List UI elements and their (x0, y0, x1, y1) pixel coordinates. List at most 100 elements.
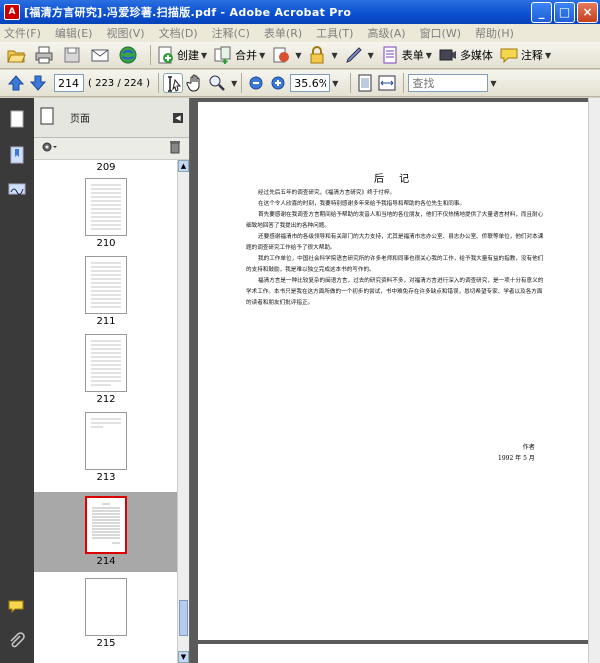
close-button[interactable]: × (577, 1, 598, 23)
create-label: 创建 (177, 49, 199, 62)
toolbar-separator (158, 73, 160, 93)
toolbar-separator (241, 73, 243, 93)
create-pdf-icon (155, 45, 175, 65)
page-thumbnail-icon (40, 107, 54, 128)
scrollbar-thumb[interactable] (179, 600, 188, 636)
email-icon[interactable] (90, 45, 110, 65)
attachments-icon[interactable] (8, 632, 26, 650)
navigation-toolbar: ( 223 / 224 ) ▼ ▼ ▼ (0, 70, 600, 97)
menu-file[interactable]: 文件(F) (4, 25, 41, 41)
folder-open-icon[interactable] (6, 45, 26, 65)
document-paragraph: 还要感谢福清市的各级领导和有关部门的大力支持，尤其是福清市志办公室、县志办公室、… (246, 234, 544, 251)
pages-panel-title: 页面 (70, 114, 90, 125)
document-paragraph: 首先要感谢在我调查方言期间给予帮助的发音人和当地的各位朋友，他们不仅热情地提供了… (246, 212, 544, 229)
menu-comments[interactable]: 注释(C) (212, 25, 250, 41)
secure-button[interactable]: ▼ (307, 45, 338, 65)
thumbnail-label: 215 (96, 638, 116, 649)
export-button[interactable]: ▼ (271, 45, 301, 65)
scroll-down-arrow[interactable]: ▼ (178, 651, 189, 663)
arrow-down-icon[interactable] (28, 73, 48, 93)
thumbnail-label: 214 (96, 556, 116, 567)
toolbar-separator (403, 73, 405, 93)
menu-view[interactable]: 视图(V) (106, 25, 144, 41)
forms-label: 表单 (401, 49, 424, 62)
find-dropdown[interactable]: ▼ (490, 79, 496, 88)
trash-icon[interactable] (169, 140, 181, 157)
title-bar: A [福清方言研究].冯爱珍著.扫描版.pdf - Adobe Acrobat … (0, 0, 600, 24)
thumbnail-image (85, 334, 127, 392)
combine-button[interactable]: 合并 ▼ (213, 45, 265, 65)
page-thumbnail[interactable]: 215 (34, 578, 178, 649)
thumbnail-image (85, 256, 127, 314)
bookmarks-icon[interactable] (8, 146, 26, 164)
zoom-out-icon[interactable] (246, 73, 266, 93)
menu-advanced[interactable]: 高级(A) (367, 25, 405, 41)
printer-icon[interactable] (34, 45, 54, 65)
thumbnail-image (85, 178, 127, 236)
arrow-up-icon[interactable] (6, 73, 26, 93)
page-number-input[interactable] (54, 74, 84, 92)
chevron-down-icon: ▼ (367, 50, 374, 60)
gear-icon[interactable] (40, 140, 58, 157)
zoom-in-icon[interactable] (268, 73, 288, 93)
form-icon (380, 45, 400, 65)
page-thumbnail[interactable]: 209 (34, 160, 178, 173)
document-body: 经过先后五年的调查研究，《福清方言研究》终于付梓。 在这个令人欣喜的时刻，我要特… (246, 188, 548, 309)
navigation-rail (0, 98, 34, 663)
globe-icon[interactable] (118, 45, 138, 65)
document-paragraph: 我的工作单位，中国社会科学院语言研究所的许多老师和同事也很关心我的工作，给予我大… (246, 256, 544, 273)
page-thumbnail[interactable]: 211 (34, 256, 178, 327)
fit-width-icon[interactable] (377, 73, 397, 93)
thumbnail-image (85, 412, 127, 470)
chevron-down-icon[interactable]: ▼ (231, 79, 237, 88)
page-thumbnail[interactable]: 212 (34, 334, 178, 405)
document-scrollbar[interactable] (588, 98, 600, 663)
collapse-panel-button[interactable]: ◀ (173, 112, 183, 123)
menu-forms[interactable]: 表单(R) (264, 25, 302, 41)
comments-icon[interactable] (8, 598, 26, 616)
thumbnail-scrollbar[interactable]: ▲ ▼ (177, 160, 189, 663)
chevron-down-icon: ▼ (295, 50, 302, 60)
comment-label: 注释 (520, 49, 543, 62)
menu-document[interactable]: 文档(D) (159, 25, 198, 41)
document-paragraph: 在这个令人欣喜的时刻，我要特别感谢多年来给予我指导和帮助的各位先生和同事。 (258, 201, 465, 207)
pages-icon[interactable] (8, 110, 26, 128)
combine-icon (213, 45, 233, 65)
menu-tools[interactable]: 工具(T) (316, 25, 353, 41)
comment-button[interactable]: 注释 ▼ (499, 45, 551, 65)
page-thumbnail-selected[interactable]: 214 (34, 492, 178, 572)
thumbnail-image (85, 578, 127, 636)
acrobat-icon[interactable]: A (4, 4, 20, 20)
hand-icon[interactable] (185, 73, 205, 93)
page-count: ( 223 / 224 ) (88, 77, 151, 89)
maximize-button[interactable]: □ (554, 1, 575, 23)
menu-edit[interactable]: 编辑(E) (55, 25, 93, 41)
sign-button[interactable]: ▼ (344, 45, 374, 65)
thumbnail-label: 210 (96, 238, 116, 249)
minimize-button[interactable]: _ (531, 1, 552, 23)
page-thumbnail[interactable]: 210 (34, 178, 178, 249)
document-author: 作者 (522, 444, 535, 451)
chevron-down-icon: ▼ (259, 50, 266, 60)
scroll-up-arrow[interactable]: ▲ (178, 160, 189, 172)
create-button[interactable]: 创建 ▼ (155, 45, 207, 65)
document-heading: 后 记 (374, 174, 416, 185)
window-title: [福清方言研究].冯爱珍著.扫描版.pdf - Adobe Acrobat Pr… (24, 6, 352, 19)
select-text-icon[interactable] (163, 73, 184, 93)
multimedia-label: 多媒体 (459, 49, 493, 62)
signatures-icon[interactable] (8, 180, 26, 198)
menu-window[interactable]: 窗口(W) (420, 25, 461, 41)
document-view: 后 记 经过先后五年的调查研究，《福清方言研究》终于付梓。 在这个令人欣喜的时刻… (190, 98, 600, 663)
zoom-input[interactable] (290, 74, 331, 92)
fit-page-icon[interactable] (355, 73, 375, 93)
page-thumbnail[interactable]: 213 (34, 412, 178, 483)
forms-button[interactable]: 表单 ▼ (380, 45, 432, 65)
thumbnail-label: 209 (96, 162, 116, 173)
menu-help[interactable]: 帮助(H) (475, 25, 514, 41)
zoom-dropdown[interactable]: ▼ (332, 79, 338, 88)
zoom-tool-icon[interactable] (207, 73, 227, 93)
multimedia-button[interactable]: 多媒体 (438, 45, 493, 65)
save-icon[interactable] (62, 45, 82, 65)
lock-icon (307, 45, 327, 65)
find-input[interactable] (408, 74, 489, 92)
